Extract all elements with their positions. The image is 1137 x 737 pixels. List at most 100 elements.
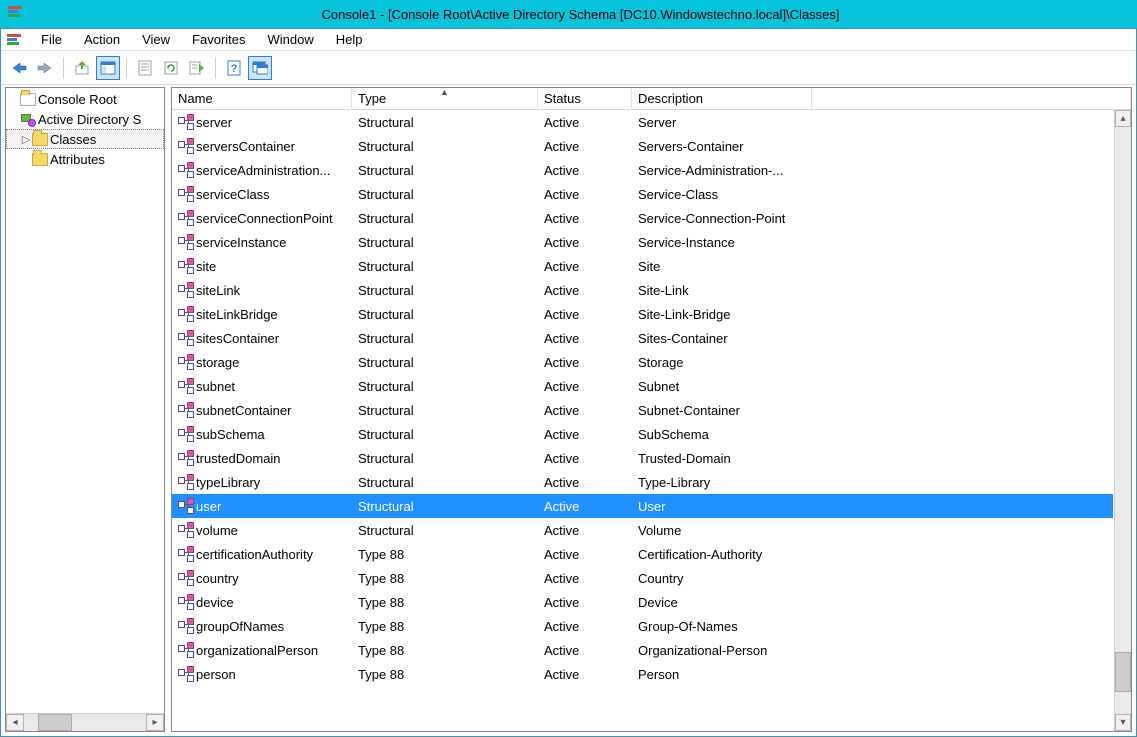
cell-description: Device — [632, 595, 852, 610]
cell-description: Group-Of-Names — [632, 619, 852, 634]
cell-type: Structural — [352, 163, 538, 178]
list-row[interactable]: countryType 88ActiveCountry — [172, 566, 1113, 590]
list-row[interactable]: organizationalPersonType 88ActiveOrganiz… — [172, 638, 1113, 662]
help-button[interactable]: ? — [222, 56, 246, 80]
cell-name: storage — [196, 355, 239, 370]
cell-description: Organizational-Person — [632, 643, 852, 658]
cell-type: Structural — [352, 499, 538, 514]
cell-name: user — [196, 499, 221, 514]
cell-type: Structural — [352, 187, 538, 202]
tree-label: Classes — [50, 132, 96, 147]
list-vscrollbar[interactable]: ▴ ▾ — [1114, 110, 1131, 731]
system-menu-icon[interactable] — [5, 31, 23, 49]
list-row[interactable]: certificationAuthorityType 88ActiveCerti… — [172, 542, 1113, 566]
column-header-status[interactable]: Status — [538, 88, 632, 109]
cell-type: Type 88 — [352, 571, 538, 586]
cell-name: site — [196, 259, 216, 274]
class-icon — [178, 282, 194, 298]
console-tree[interactable]: Console Root Active Directory S ▷ Classe… — [6, 88, 164, 713]
list-row[interactable]: subSchemaStructuralActiveSubSchema — [172, 422, 1113, 446]
menu-action[interactable]: Action — [74, 31, 130, 48]
cell-type: Structural — [352, 427, 538, 442]
list-row[interactable]: volumeStructuralActiveVolume — [172, 518, 1113, 542]
up-button[interactable] — [70, 56, 94, 80]
tree-node-attributes[interactable]: Attributes — [6, 149, 164, 169]
list-row[interactable]: serviceClassStructuralActiveService-Clas… — [172, 182, 1113, 206]
class-icon — [178, 258, 194, 274]
cell-description: Servers-Container — [632, 139, 852, 154]
folder-icon — [20, 91, 36, 107]
scroll-thumb[interactable] — [1115, 652, 1131, 692]
list-row[interactable]: serverStructuralActiveServer — [172, 110, 1113, 134]
list-row[interactable]: typeLibraryStructuralActiveType-Library — [172, 470, 1113, 494]
list-row[interactable]: siteStructuralActiveSite — [172, 254, 1113, 278]
cell-status: Active — [538, 451, 632, 466]
expand-icon[interactable]: ▷ — [20, 133, 32, 146]
toolbar-separator — [63, 57, 64, 79]
properties-button[interactable] — [133, 56, 157, 80]
column-header-description[interactable]: Description — [632, 88, 812, 109]
scroll-track[interactable] — [24, 714, 146, 731]
cell-status: Active — [538, 115, 632, 130]
list-row[interactable]: userStructuralActiveUser — [172, 494, 1113, 518]
menu-window[interactable]: Window — [258, 31, 324, 48]
list-rows[interactable]: serverStructuralActiveServerserversConta… — [172, 110, 1113, 686]
folder-up-icon — [74, 60, 90, 76]
list-row[interactable]: storageStructuralActiveStorage — [172, 350, 1113, 374]
list-row[interactable]: trustedDomain StructuralActiveTrusted-Dom… — [172, 446, 1113, 470]
cell-status: Active — [538, 139, 632, 154]
tree-hscrollbar[interactable]: ◂ ▸ — [6, 713, 164, 731]
cell-name: typeLibrary — [196, 475, 260, 490]
menu-favorites[interactable]: Favorites — [182, 31, 255, 48]
list-row[interactable]: deviceType 88ActiveDevice — [172, 590, 1113, 614]
cell-description: Server — [632, 115, 852, 130]
list-row[interactable]: serviceConnectionPointStructuralActiveSe… — [172, 206, 1113, 230]
list-row[interactable]: serviceAdministration...StructuralActive… — [172, 158, 1113, 182]
refresh-button[interactable] — [159, 56, 183, 80]
list-row[interactable]: serviceInstanceStructuralActiveService-I… — [172, 230, 1113, 254]
forward-button[interactable] — [33, 56, 57, 80]
cell-description: Site-Link — [632, 283, 852, 298]
folder-icon — [32, 151, 48, 167]
cell-description: Type-Library — [632, 475, 852, 490]
list-row[interactable]: siteLinkBridgeStructuralActiveSite-Link-… — [172, 302, 1113, 326]
tree-node-console-root[interactable]: Console Root — [6, 89, 164, 109]
cell-name: trustedDomain — [196, 451, 281, 466]
new-window-button[interactable] — [248, 56, 272, 80]
menu-help[interactable]: Help — [326, 31, 373, 48]
cell-type: Structural — [352, 451, 538, 466]
list-row[interactable]: siteLinkStructuralActiveSite-Link — [172, 278, 1113, 302]
column-header-type[interactable]: Type▲ — [352, 88, 538, 109]
cell-type: Type 88 — [352, 643, 538, 658]
scroll-down-button[interactable]: ▾ — [1115, 714, 1131, 731]
list-row[interactable]: sitesContainerStructuralActiveSites-Cont… — [172, 326, 1113, 350]
scroll-track[interactable] — [1115, 127, 1131, 714]
scroll-up-button[interactable]: ▴ — [1115, 110, 1131, 127]
back-button[interactable] — [7, 56, 31, 80]
scroll-right-button[interactable]: ▸ — [146, 714, 164, 731]
list-row[interactable]: serversContainerStructuralActiveServers-… — [172, 134, 1113, 158]
cell-description: Trusted-Domain — [632, 451, 852, 466]
export-list-button[interactable] — [185, 56, 209, 80]
scroll-thumb[interactable] — [38, 714, 72, 731]
cell-name: serviceAdministration... — [196, 163, 330, 178]
tree-label: Active Directory S — [38, 112, 141, 127]
class-icon — [178, 474, 194, 490]
tree-node-classes[interactable]: ▷ Classes — [6, 129, 164, 149]
list-pane: Name Type▲ Status Description serverStru… — [171, 87, 1132, 732]
app-icon — [8, 6, 24, 22]
scroll-left-button[interactable]: ◂ — [6, 714, 24, 731]
list-row[interactable]: subnetStructuralActiveSubnet — [172, 374, 1113, 398]
sort-indicator-icon: ▲ — [440, 87, 449, 97]
list-row[interactable]: groupOfNamesType 88ActiveGroup-Of-Names — [172, 614, 1113, 638]
show-hide-tree-button[interactable] — [96, 56, 120, 80]
cell-status: Active — [538, 523, 632, 538]
cell-description: Site — [632, 259, 852, 274]
list-row[interactable]: subnetContainerStructuralActiveSubnet-Co… — [172, 398, 1113, 422]
cell-name: siteLink — [196, 283, 240, 298]
menu-view[interactable]: View — [132, 31, 180, 48]
menu-file[interactable]: File — [31, 31, 72, 48]
tree-node-schema[interactable]: Active Directory S — [6, 109, 164, 129]
list-row[interactable]: personType 88ActivePerson — [172, 662, 1113, 686]
column-header-name[interactable]: Name — [172, 88, 352, 109]
